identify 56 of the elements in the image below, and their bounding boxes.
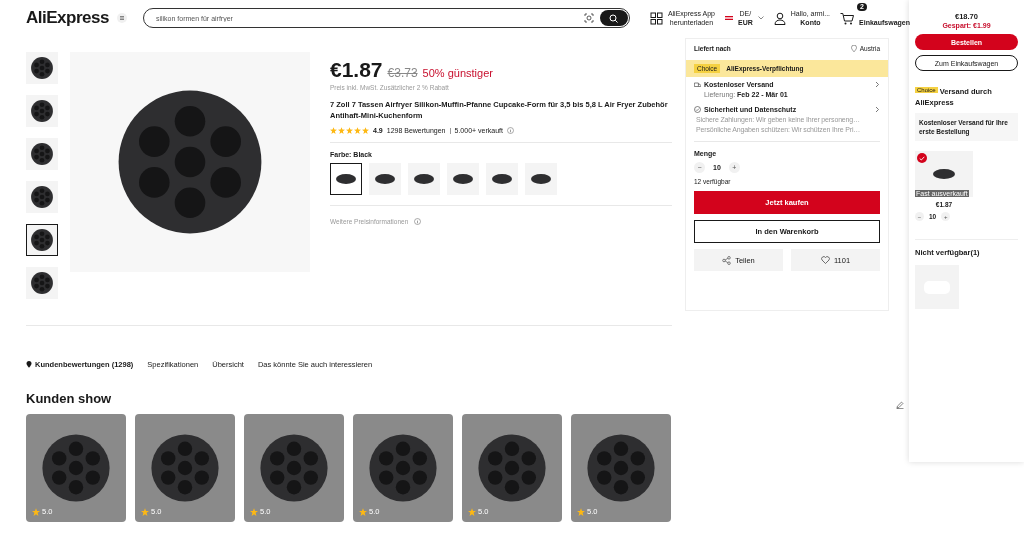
info-icon — [414, 218, 422, 225]
color-variant[interactable] — [369, 163, 401, 195]
location-pin-icon — [850, 45, 857, 52]
mold-icon — [529, 171, 553, 187]
item-checkbox[interactable] — [917, 153, 927, 163]
search-button[interactable] — [599, 10, 628, 26]
chevron-right-icon — [875, 106, 880, 113]
product-thumbnail[interactable] — [26, 224, 58, 256]
mold-icon — [29, 227, 55, 253]
mold-icon — [29, 141, 55, 167]
chevron-right-icon — [875, 81, 880, 88]
product-thumbnail[interactable] — [26, 95, 58, 127]
edit-pencil-icon — [896, 401, 904, 409]
product-thumbnail[interactable] — [26, 267, 58, 299]
color-variant[interactable] — [330, 163, 362, 195]
product-thumbnail[interactable] — [26, 138, 58, 170]
star-icon — [359, 507, 367, 516]
share-icon — [722, 255, 732, 265]
mold-icon — [451, 171, 475, 187]
star-icon — [468, 507, 476, 516]
menu-icon — [116, 13, 127, 23]
star-icon — [141, 507, 149, 516]
cart-icon — [840, 11, 855, 25]
mold-icon — [29, 55, 55, 81]
star-icon — [250, 507, 258, 516]
logo[interactable]: AliExpress — [26, 8, 109, 28]
caret-icon — [757, 16, 764, 20]
price: €1.87 — [330, 58, 383, 82]
color-variant[interactable] — [408, 163, 440, 195]
info-icon — [506, 127, 514, 134]
mold-icon — [373, 171, 397, 187]
star-icon — [32, 507, 40, 516]
color-variant[interactable] — [525, 163, 557, 195]
mold-icon — [931, 166, 957, 182]
color-variant[interactable] — [486, 163, 518, 195]
mold-icon — [490, 171, 514, 187]
old-price: €3.73 — [387, 66, 418, 80]
location-pin-icon — [26, 361, 32, 368]
star-icon — [577, 507, 585, 516]
mold-icon — [29, 98, 55, 124]
mold-icon — [334, 171, 358, 187]
color-variant[interactable] — [447, 163, 479, 195]
mold-icon — [29, 184, 55, 210]
qr-code-icon — [649, 11, 663, 25]
user-icon — [773, 11, 786, 25]
section-heading: Kunden show — [26, 391, 112, 406]
camera-search-icon — [583, 13, 594, 23]
truck-icon — [694, 81, 701, 88]
heart-icon — [820, 256, 830, 264]
search-icon — [609, 13, 619, 23]
mold-icon — [412, 171, 436, 187]
product-thumbnail[interactable] — [26, 181, 58, 213]
checkmark-icon — [919, 155, 925, 161]
discount-label: 50% günstiger — [422, 67, 493, 79]
mold-icon — [29, 270, 55, 296]
product-thumbnail[interactable] — [26, 52, 58, 84]
